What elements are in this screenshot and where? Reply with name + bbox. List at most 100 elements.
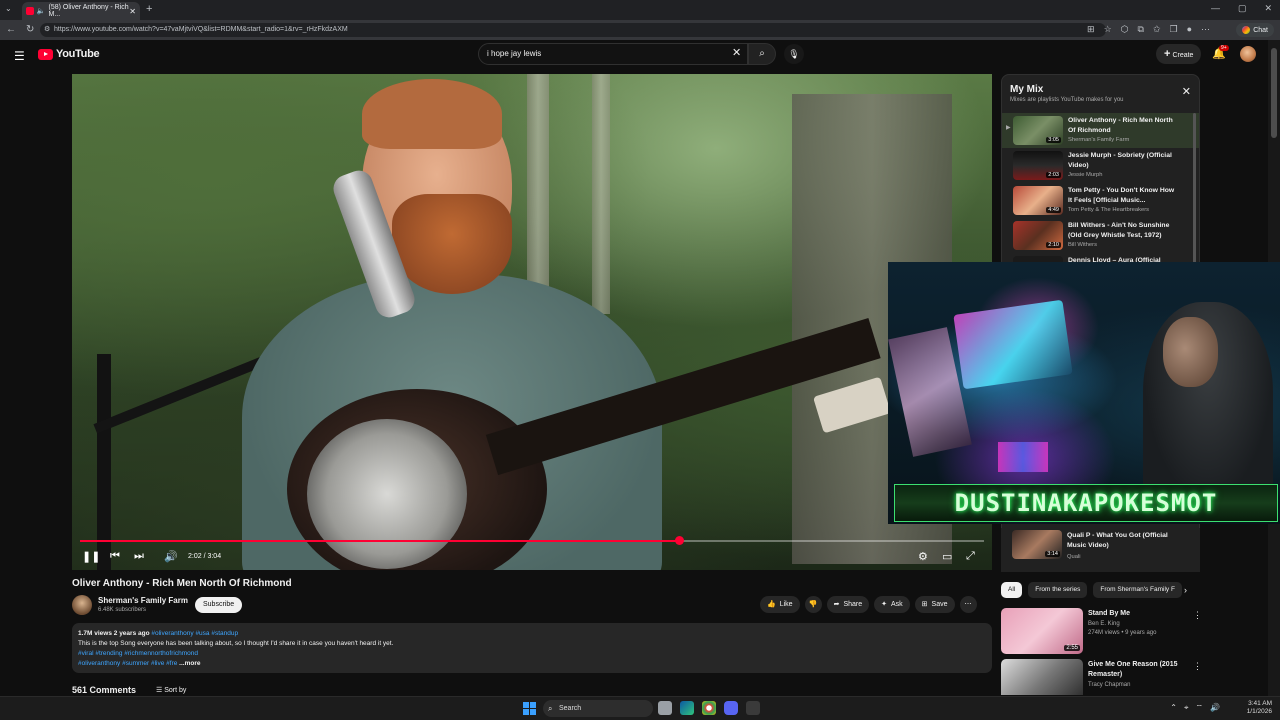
more-vertical-icon[interactable]: ⋮ — [1193, 661, 1201, 672]
voice-search-button[interactable]: 🎙 — [784, 44, 804, 64]
app-icon[interactable] — [746, 701, 760, 715]
more-vertical-icon[interactable]: ⋮ — [1193, 610, 1202, 621]
favorite-star-icon[interactable]: ☆ — [1104, 24, 1112, 35]
new-tab-button[interactable]: + — [146, 3, 152, 15]
address-bar-row: ← ↻ ⚙ https://www.youtube.com/watch?v=47… — [0, 20, 1280, 40]
hashtags-line1[interactable]: #viral #trending #richmennorthofrichmond — [78, 649, 986, 659]
progress-played — [80, 540, 680, 542]
mix-scrollbar[interactable] — [1193, 113, 1196, 263]
copilot-chat-button[interactable]: Chat — [1236, 23, 1274, 37]
collections-icon[interactable]: ❐ — [1169, 24, 1177, 35]
chevron-right-icon[interactable]: › — [1184, 585, 1187, 595]
tab-search-icon[interactable]: ⌄ — [5, 4, 12, 13]
edge-icon[interactable] — [680, 701, 694, 715]
next-icon[interactable]: ⏭ — [134, 550, 144, 563]
banner-text: DUSTINAKAPOKESMOT — [954, 489, 1218, 517]
clear-search-icon[interactable]: ✕ — [732, 46, 741, 59]
system-clock[interactable]: 3:41 AM 1/1/2026 — [1247, 700, 1272, 716]
mix-thumbnail: 2:10 — [1013, 221, 1063, 250]
progress-bar[interactable] — [80, 536, 984, 545]
show-more-link[interactable]: ...more — [179, 660, 200, 667]
profile-icon[interactable]: ● — [1187, 24, 1192, 35]
tray-chevron-icon[interactable]: ⌃ — [1170, 703, 1177, 713]
taskbar-search[interactable]: ⌕ Search — [543, 700, 653, 717]
maximize-button[interactable]: ▢ — [1238, 3, 1247, 14]
mix-item-title: Quali P - What You Got (Official Music V… — [1067, 532, 1168, 549]
create-button[interactable]: + Create — [1156, 44, 1202, 64]
like-button[interactable]: 👍 Like — [760, 596, 800, 613]
channel-name[interactable]: Sherman's Family Farm — [98, 596, 188, 605]
ask-button[interactable]: ✦ Ask — [874, 596, 910, 613]
mix-item[interactable]: 2:10 Bill Withers - Ain't No Sunshine (O… — [1002, 218, 1199, 253]
share-button[interactable]: ➦ Share — [826, 596, 870, 613]
account-avatar[interactable] — [1240, 46, 1256, 62]
extensions-icon[interactable]: ⬡ — [1121, 24, 1129, 35]
chip-from-channel[interactable]: From Sherman's Family F — [1093, 582, 1182, 598]
browser-tab-active[interactable]: 🔈 (58) Oliver Anthony - Rich M... ✕ — [22, 2, 140, 20]
rec-thumbnail: 2:55 — [1001, 608, 1083, 654]
chip-all[interactable]: All — [1001, 582, 1023, 598]
close-window-button[interactable]: ✕ — [1264, 3, 1272, 14]
taskbar-search-label: Search — [559, 705, 582, 712]
mix-item[interactable]: 3:14 Quali P - What You Got (Official Mu… — [1001, 528, 1200, 572]
volume-icon[interactable]: 🔊 — [1210, 703, 1220, 713]
chip-from-series[interactable]: From the series — [1028, 582, 1088, 598]
recommended-video[interactable]: 2:55 Stand By Me Ben E. King 274M views … — [1001, 608, 1202, 654]
sort-comments-button[interactable]: ☰ Sort by — [156, 686, 186, 694]
chrome-icon[interactable] — [702, 701, 716, 715]
youtube-logo[interactable]: YouTube — [38, 48, 100, 60]
url-field[interactable]: ⚙ https://www.youtube.com/watch?v=47vaMj… — [40, 23, 1106, 37]
speaker-icon[interactable]: 🔈 — [37, 7, 46, 15]
recommended-video[interactable]: Give Me One Reason (2015 Remaster) Tracy… — [1001, 659, 1201, 695]
video-player[interactable]: ❚❚ ⏮ ⏭ 🔊 2:02 / 3:04 ⚙ ▭ ⤢ — [72, 74, 992, 570]
read-mode-icon[interactable]: ⊞ — [1087, 24, 1095, 35]
site-info-icon[interactable]: ⚙ — [44, 23, 50, 37]
volume-icon[interactable]: 🔊 — [164, 550, 178, 563]
mix-item[interactable]: ▶ 3:05 Oliver Anthony - Rich Men North O… — [1002, 113, 1199, 148]
channel-avatar[interactable] — [72, 595, 92, 615]
save-label: Save — [931, 601, 948, 608]
thumbs-up-icon: 👍 — [767, 601, 776, 608]
favorites-icon[interactable]: ✩ — [1153, 24, 1161, 35]
description-box[interactable]: 1.7M views 2 years ago #oliveranthony #u… — [72, 623, 992, 673]
fullscreen-icon[interactable]: ⤢ — [966, 550, 975, 563]
mix-thumbnail: 3:14 — [1012, 530, 1062, 559]
nav-buttons: ← ↻ — [6, 24, 34, 35]
microphone-icon: 🎙 — [788, 49, 800, 59]
previous-icon[interactable]: ⏮ — [110, 550, 120, 563]
performer-beard — [392, 194, 512, 294]
mix-item[interactable]: 2:03 Jessie Murph - Sobriety (Official V… — [1002, 148, 1199, 183]
mix-item[interactable]: 4:49 Tom Petty - You Don't Know How It F… — [1002, 183, 1199, 218]
minimize-button[interactable]: — — [1211, 3, 1220, 14]
split-screen-icon[interactable]: ⧉ — [1138, 24, 1144, 35]
hashtags-inline[interactable]: #oliveranthony #usa #standup — [151, 630, 238, 637]
save-button[interactable]: ⊞ Save — [914, 596, 955, 613]
browser-toolbar-icons: ⊞ ☆ ⬡ ⧉ ✩ ❐ ● ⋯ — [1087, 24, 1210, 35]
close-mix-icon[interactable]: ✕ — [1182, 85, 1191, 98]
theater-mode-icon[interactable]: ▭ — [942, 550, 952, 563]
search-button[interactable]: ⌕ — [748, 43, 776, 65]
scrollbar-thumb[interactable] — [1271, 48, 1277, 138]
pause-icon[interactable]: ❚❚ — [82, 550, 100, 563]
back-button[interactable]: ← — [6, 24, 16, 35]
search-input[interactable]: i hope jay lewis — [478, 43, 748, 65]
recommendation-chips: All From the series From Sherman's Famil… — [1001, 582, 1182, 598]
tab-close-icon[interactable]: ✕ — [129, 7, 136, 16]
windows-start-icon[interactable] — [523, 702, 536, 715]
location-icon[interactable]: ⌖ — [1184, 703, 1189, 713]
rec-channel: Ben E. King — [1088, 621, 1120, 627]
more-actions-button[interactable]: ⋯ — [959, 596, 977, 613]
wifi-icon[interactable]: ⌔ — [1196, 703, 1204, 713]
discord-icon[interactable] — [724, 701, 738, 715]
hashtags-line2[interactable]: #oliveranthony #summer #live #fre — [78, 660, 177, 667]
url-text: https://www.youtube.com/watch?v=47vaMjtv… — [54, 26, 348, 33]
settings-gear-icon[interactable]: ⚙ — [918, 550, 928, 563]
mix-duration: 4:49 — [1046, 207, 1061, 213]
refresh-button[interactable]: ↻ — [26, 24, 34, 35]
menu-icon[interactable]: ☰ — [14, 49, 25, 63]
task-view-icon[interactable] — [658, 701, 672, 715]
more-menu-icon[interactable]: ⋯ — [1201, 24, 1210, 35]
search-icon: ⌕ — [759, 48, 765, 59]
subscribe-button[interactable]: Subscribe — [195, 597, 243, 613]
dislike-button[interactable]: 👎 — [804, 596, 822, 613]
